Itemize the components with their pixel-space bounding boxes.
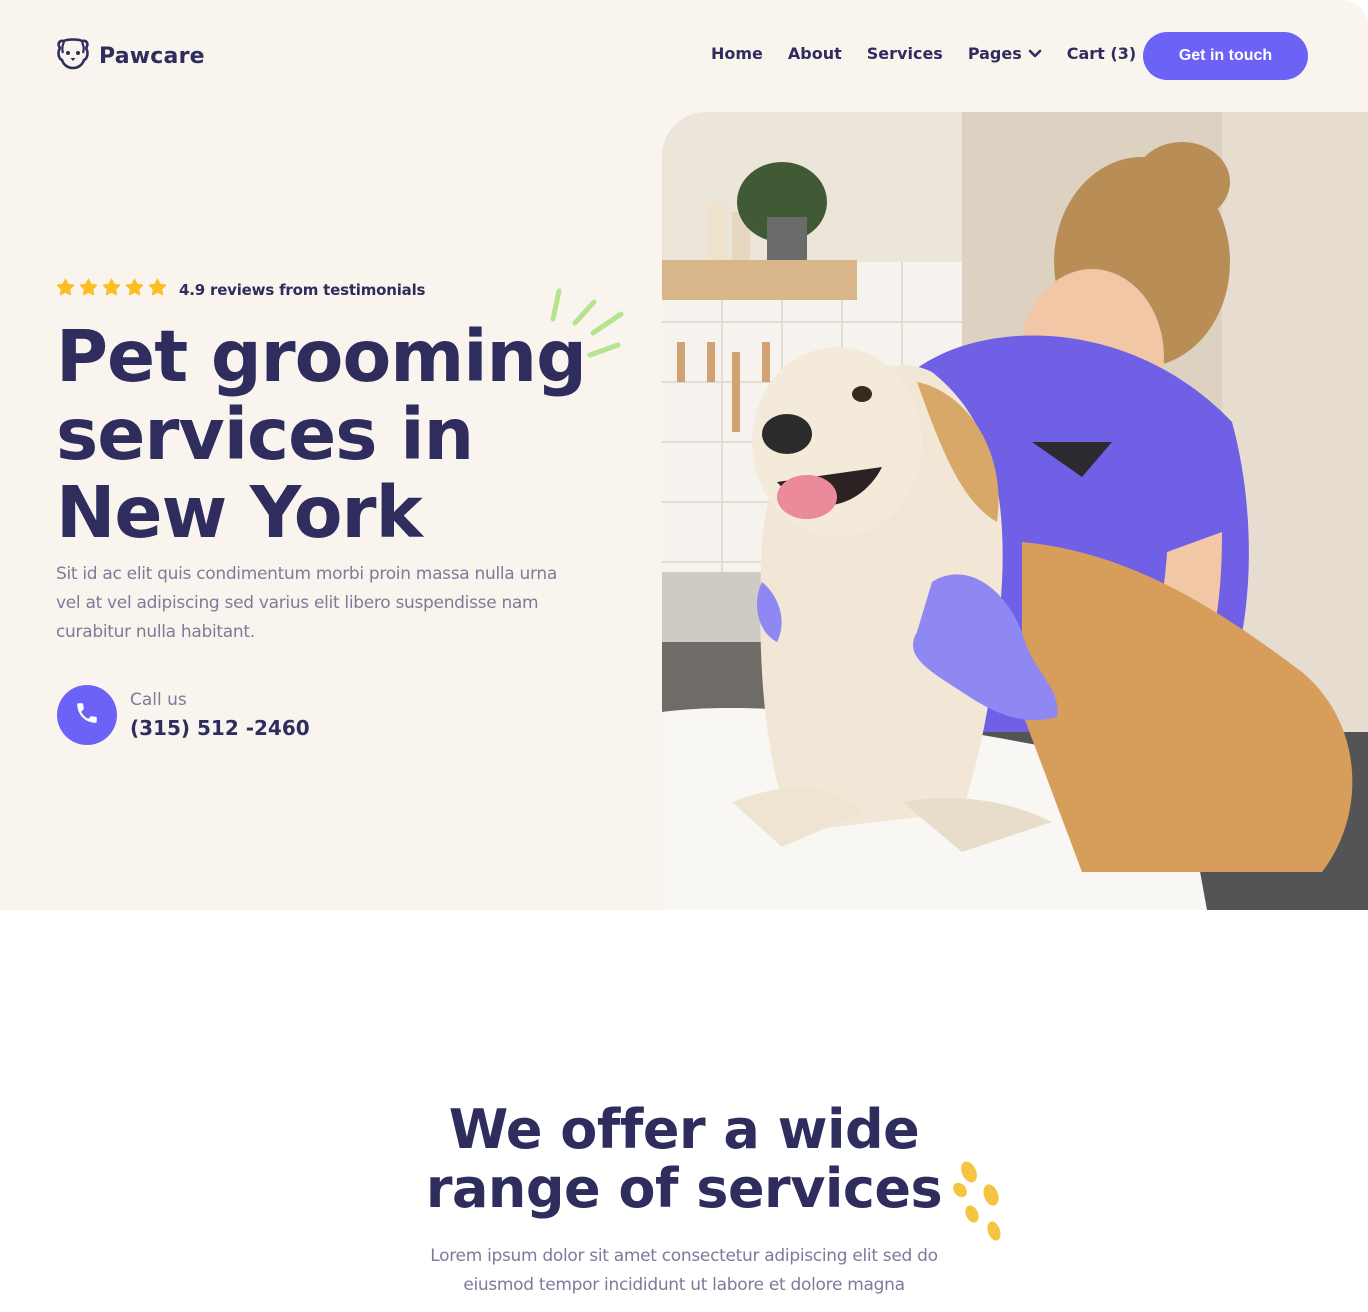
hero-title-line: services in — [56, 393, 474, 476]
phone-number[interactable]: (315) 512 -2460 — [130, 713, 310, 743]
chevron-down-icon — [1028, 44, 1042, 63]
services-title-line: We offer a wide — [448, 1098, 920, 1161]
services-description-line: eiusmod tempor incididunt ut labore et d… — [463, 1275, 905, 1295]
services-description-line: Lorem ipsum dolor sit amet consectetur a… — [430, 1246, 938, 1266]
call-label: Call us — [130, 690, 187, 710]
nav-home[interactable]: Home — [711, 44, 763, 63]
nav-about[interactable]: About — [788, 44, 842, 63]
nav-pages[interactable]: Pages — [968, 44, 1042, 63]
rating-text: 4.9 reviews from testimonials — [179, 280, 426, 299]
star-icon — [125, 278, 144, 301]
main-nav: Home About Services Pages Cart (3) — [711, 44, 1161, 63]
star-icon — [79, 278, 98, 301]
nav-cart[interactable]: Cart (3) — [1067, 44, 1136, 63]
rating-stars — [56, 278, 167, 301]
star-icon — [148, 278, 167, 301]
hero-title-line: Pet grooming — [56, 315, 587, 398]
rating-summary: 4.9 reviews from testimonials — [56, 278, 425, 301]
services-title: We offer a wide range of services — [384, 1100, 984, 1218]
hero-image — [662, 112, 1368, 910]
call-info: Call us (315) 512 -2460 — [130, 687, 310, 743]
services-description: Lorem ipsum dolor sit amet consectetur a… — [384, 1242, 984, 1300]
brand-name: Pawcare — [99, 43, 205, 69]
hero-title: Pet grooming services in New York — [56, 318, 656, 552]
paw-prints-decoration — [953, 1161, 1001, 1241]
call-button[interactable] — [57, 685, 117, 745]
brand-logo[interactable]: Pawcare — [55, 38, 205, 74]
hero-title-line: New York — [56, 471, 423, 554]
star-icon — [56, 278, 75, 301]
hero-description: Sit id ac elit quis condimentum morbi pr… — [56, 564, 557, 642]
call-us: Call us (315) 512 -2460 — [57, 685, 310, 745]
nav-services[interactable]: Services — [867, 44, 943, 63]
dog-face-icon — [55, 38, 91, 74]
nav-pages-label: Pages — [967, 44, 1022, 63]
phone-icon — [74, 700, 100, 730]
star-icon — [102, 278, 121, 301]
get-in-touch-button[interactable]: Get in touch — [1143, 32, 1308, 80]
services-title-line: range of services — [425, 1157, 943, 1220]
